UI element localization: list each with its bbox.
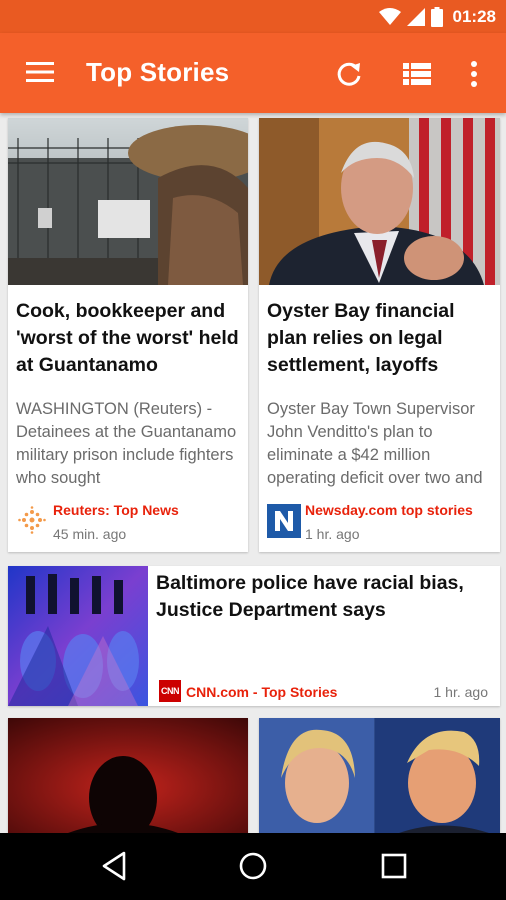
refresh-icon[interactable] (335, 60, 363, 88)
article-image-guantanamo (8, 118, 248, 285)
battery-icon (430, 7, 443, 27)
article-source: Newsday.com top stories (305, 502, 473, 518)
wifi-icon (378, 8, 401, 25)
menu-icon[interactable] (26, 61, 54, 83)
home-icon[interactable] (238, 851, 268, 881)
article-time: 45 min. ago (53, 526, 127, 542)
status-time: 01:28 (452, 7, 496, 26)
article-headline: Oyster Bay financial plan relies on lega… (267, 300, 455, 376)
article-image-oyster-bay (259, 118, 500, 285)
back-icon[interactable] (101, 851, 127, 881)
article-image-baltimore (8, 566, 148, 706)
article-headline: Baltimore police have racial bias, Justi… (156, 572, 464, 621)
status-bar: 01:28 (0, 0, 506, 33)
article-source: CNN.com - Top Stories (186, 684, 338, 700)
article-snippet: WASHINGTON (Reuters) - Detainees at the … (16, 400, 237, 487)
article-source: Reuters: Top News (53, 502, 179, 518)
article-snippet: Oyster Bay Town Supervisor John Venditto… (267, 400, 483, 487)
article-time: 1 hr. ago (433, 684, 489, 700)
cnn-logo-text: CNN (161, 686, 180, 696)
recents-icon[interactable] (381, 853, 407, 879)
status-icons: 01:28 (378, 6, 496, 28)
newsday-logo-icon (267, 504, 301, 538)
more-options-icon[interactable] (466, 60, 482, 88)
article-card-oyster-bay[interactable]: Oyster Bay financial plan relies on lega… (259, 118, 500, 552)
article-card-guantanamo[interactable]: Cook, bookkeeper and 'worst of the worst… (8, 118, 248, 552)
cell-signal-icon (406, 8, 425, 26)
page-title: Top Stories (86, 57, 230, 87)
system-nav-bar (0, 833, 506, 900)
article-card-baltimore[interactable]: Baltimore police have racial bias, Justi… (8, 566, 500, 706)
app-bar: Top Stories (0, 33, 506, 113)
article-image-candidates (259, 718, 500, 833)
reuters-logo-icon (18, 506, 46, 534)
cnn-logo-icon: CNN (159, 680, 181, 702)
article-headline: Cook, bookkeeper and 'worst of the worst… (16, 300, 239, 376)
list-view-icon[interactable] (403, 62, 431, 86)
article-image-silhouette (8, 718, 248, 833)
article-time: 1 hr. ago (305, 526, 360, 542)
